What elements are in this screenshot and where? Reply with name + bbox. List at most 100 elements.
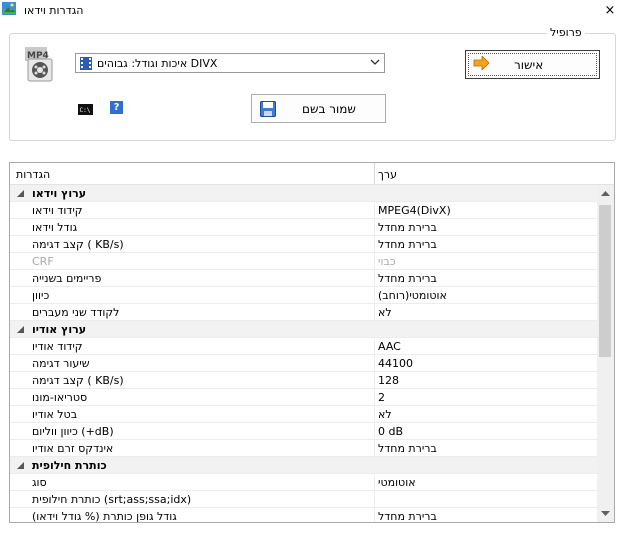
row-divider — [374, 355, 375, 372]
property-value[interactable]: ברירת מחדל — [378, 510, 437, 522]
grid-rows: ערוץ וידאו קידוד וידאו MPEG4(DivX) גודל ויד… — [10, 185, 597, 523]
property-name: סוג — [32, 476, 47, 489]
category-label: כותרת חילופית — [32, 459, 107, 472]
property-name: כותרת חילופית (srt;ass;ssa;idx) — [32, 493, 192, 506]
property-value[interactable]: AAC — [378, 340, 401, 353]
property-row[interactable]: סוג אוטומטי — [10, 474, 597, 491]
collapse-triangle-icon[interactable] — [17, 190, 24, 197]
profile-legend: פרופיל — [547, 26, 585, 39]
property-name: פריימים בשנייה — [32, 272, 102, 285]
property-value[interactable]: MPEG4(DivX) — [378, 204, 451, 217]
scroll-down-arrow-icon[interactable] — [597, 505, 614, 522]
property-value[interactable]: לא — [378, 408, 392, 421]
property-name: CRF — [32, 255, 54, 268]
property-value[interactable]: 44100 — [378, 357, 413, 370]
column-header-value[interactable]: ערך — [378, 168, 397, 181]
property-row[interactable]: אינדקס זרם אודיו ברירת מחדל — [10, 440, 597, 457]
property-row[interactable]: קידוד וידאו MPEG4(DivX) — [10, 202, 597, 219]
property-value[interactable]: ברירת מחדל — [378, 442, 437, 455]
command-line-icon[interactable]: C:\ — [78, 104, 93, 115]
row-divider — [374, 389, 375, 406]
settings-grid: הגדרות ערך ערוץ וידאו קידוד וידאו MPEG4(Di… — [9, 162, 615, 523]
grid-header: הגדרות ערך — [10, 163, 614, 185]
property-name: שיעור דגימה — [32, 357, 90, 370]
property-name: קצב דגימה ( KB/s) — [32, 238, 124, 251]
floppy-disk-icon — [260, 101, 276, 117]
property-name: גודל וידאו — [32, 221, 78, 234]
collapse-triangle-icon[interactable] — [17, 462, 24, 469]
row-divider — [374, 304, 375, 321]
row-divider — [374, 491, 375, 508]
svg-text:C:\: C:\ — [80, 107, 91, 114]
category-row[interactable]: ערוץ אודיו — [10, 321, 597, 338]
property-row[interactable]: גודל גופן כותרת (% גודל וידאו) ברירת מחדל — [10, 508, 597, 523]
property-name: אינדקס זרם אודיו — [32, 442, 114, 455]
property-row[interactable]: קצב דגימה ( KB/s) 128 — [10, 372, 597, 389]
column-divider[interactable] — [374, 163, 375, 184]
profile-selected-value: איכות וגודל: גבוהים DIVX — [97, 57, 218, 70]
ok-button[interactable]: אישור — [465, 50, 600, 79]
property-value[interactable]: 2 — [378, 391, 385, 404]
close-icon[interactable]: × — [603, 3, 617, 18]
row-divider — [374, 508, 375, 522]
row-divider — [374, 372, 375, 389]
property-value[interactable]: לא — [378, 306, 392, 319]
profile-group: פרופיל MP4 איכות וגודל: גבוהים DIVX אישו… — [9, 26, 616, 141]
property-value[interactable]: 0 dB — [378, 425, 403, 438]
property-row[interactable]: פריימים בשנייה ברירת מחדל — [10, 270, 597, 287]
chevron-down-icon — [370, 59, 380, 65]
property-row[interactable]: גודל וידאו ברירת מחדל — [10, 219, 597, 236]
row-divider — [374, 287, 375, 304]
category-row[interactable]: ערוץ וידאו — [10, 185, 597, 202]
property-row[interactable]: כותרת חילופית (srt;ass;ssa;idx) — [10, 491, 597, 508]
help-icon[interactable]: ? — [110, 101, 123, 114]
title-bar: הגדרות וידאו × — [0, 0, 621, 22]
property-name: קידוד אודיו — [32, 340, 83, 353]
scrollbar-thumb[interactable] — [599, 205, 611, 357]
save-as-button[interactable]: שמור בשם — [251, 94, 386, 123]
property-value[interactable]: ברירת מחדל — [378, 221, 437, 234]
property-row[interactable]: כיוון ווליום (+dB) 0 dB — [10, 423, 597, 440]
row-divider — [374, 236, 375, 253]
property-value[interactable]: אוטומטי — [378, 476, 416, 489]
property-name: בטל אודיו — [32, 408, 78, 421]
category-row[interactable]: כותרת חילופית — [10, 457, 597, 474]
save-as-button-label: שמור בשם — [302, 102, 356, 116]
row-divider — [374, 440, 375, 457]
mp4-file-icon: MP4 — [25, 47, 53, 82]
category-label: ערוץ וידאו — [32, 187, 87, 200]
property-name: קידוד וידאו — [32, 204, 83, 217]
app-icon — [2, 2, 16, 15]
row-divider — [374, 219, 375, 236]
property-row[interactable]: קצב דגימה ( KB/s) ברירת מחדל — [10, 236, 597, 253]
property-row[interactable]: סטריאו-מונו 2 — [10, 389, 597, 406]
property-value: כבוי — [378, 255, 396, 268]
property-value[interactable]: 128 — [378, 374, 399, 387]
row-divider — [374, 406, 375, 423]
property-name: כיוון — [32, 289, 50, 302]
property-row[interactable]: לקודד שני מעברים לא — [10, 304, 597, 321]
property-name: גודל גופן כותרת (% גודל וידאו) — [32, 510, 177, 523]
property-row[interactable]: קידוד אודיו AAC — [10, 338, 597, 355]
property-name: קצב דגימה ( KB/s) — [32, 374, 124, 387]
property-name: סטריאו-מונו — [32, 391, 88, 404]
row-divider — [374, 270, 375, 287]
property-row[interactable]: בטל אודיו לא — [10, 406, 597, 423]
property-row[interactable]: CRF כבוי — [10, 253, 597, 270]
scroll-up-arrow-icon[interactable] — [597, 185, 614, 202]
property-name: לקודד שני מעברים — [32, 306, 120, 319]
ok-button-label: אישור — [514, 58, 544, 72]
vertical-scrollbar[interactable] — [597, 185, 614, 522]
row-divider — [374, 202, 375, 219]
window-title: הגדרות וידאו — [24, 4, 84, 17]
property-value[interactable]: אוטומטי(רוחב) — [378, 289, 447, 302]
profile-dropdown[interactable]: איכות וגודל: גבוהים DIVX — [75, 53, 385, 73]
collapse-triangle-icon[interactable] — [17, 326, 24, 333]
row-divider — [374, 474, 375, 491]
property-row[interactable]: כיוון אוטומטי(רוחב) — [10, 287, 597, 304]
property-value[interactable]: ברירת מחדל — [378, 238, 437, 251]
property-value[interactable]: ברירת מחדל — [378, 272, 437, 285]
column-header-settings[interactable]: הגדרות — [16, 168, 50, 181]
arrow-right-icon — [473, 56, 490, 70]
property-row[interactable]: שיעור דגימה 44100 — [10, 355, 597, 372]
